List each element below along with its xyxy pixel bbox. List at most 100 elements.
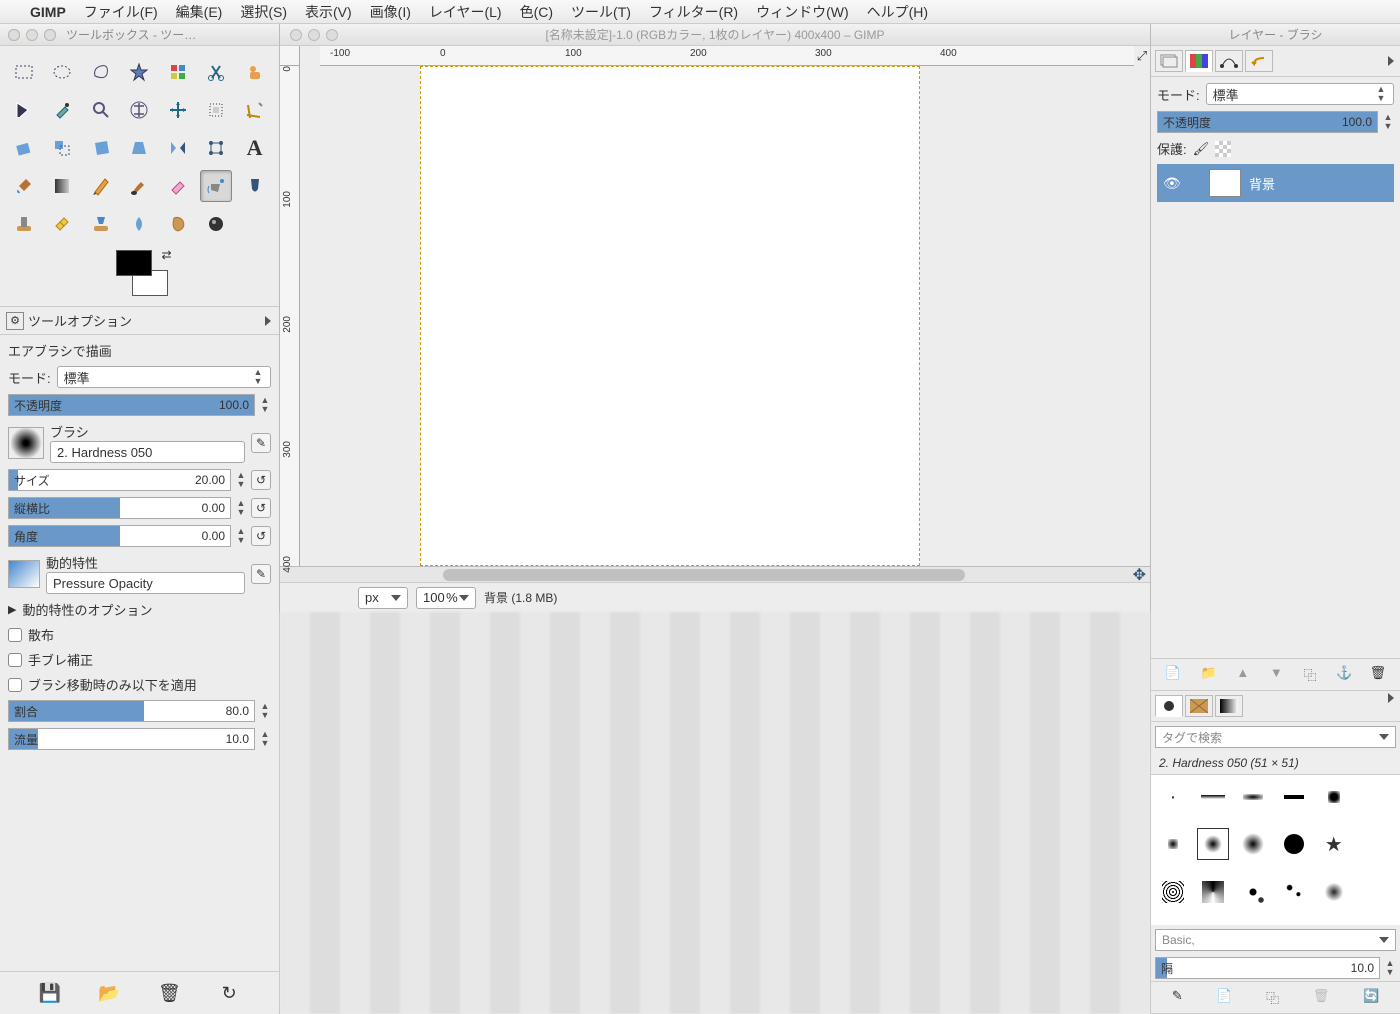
dynamics-edit-button[interactable]: ✎ bbox=[251, 564, 271, 584]
scatter-checkbox[interactable] bbox=[8, 628, 22, 642]
angle-reset-button[interactable]: ↺ bbox=[251, 526, 271, 546]
ruler-horizontal[interactable]: -100 0 100 200 300 400 bbox=[320, 46, 1134, 66]
flow-slider[interactable]: 流量10.0 bbox=[8, 728, 255, 750]
heal-tool[interactable] bbox=[46, 208, 78, 240]
delete-options-icon[interactable]: 🗑 bbox=[158, 982, 180, 1004]
flip-tool[interactable] bbox=[162, 132, 194, 164]
blend-tool[interactable] bbox=[46, 170, 78, 202]
pencil-tool[interactable] bbox=[85, 170, 117, 202]
brush-item[interactable] bbox=[1318, 781, 1350, 813]
ruler-corner[interactable] bbox=[280, 46, 300, 66]
brush-search[interactable]: タグで検索 bbox=[1155, 726, 1396, 748]
size-reset-button[interactable]: ↺ bbox=[251, 470, 271, 490]
menu-tools[interactable]: ツール(T) bbox=[571, 2, 631, 22]
paths-tab[interactable] bbox=[1215, 50, 1243, 72]
rate-slider[interactable]: 割合80.0 bbox=[8, 700, 255, 722]
restore-options-icon[interactable]: 📂 bbox=[99, 982, 121, 1004]
layer-mode-select[interactable]: 標準▲▼ bbox=[1206, 83, 1394, 105]
scale-tool[interactable] bbox=[46, 132, 78, 164]
layer-up-icon[interactable]: ▲ bbox=[1236, 665, 1250, 679]
brush-item[interactable] bbox=[1197, 781, 1229, 813]
zoom-button-rd[interactable] bbox=[44, 29, 56, 41]
menu-help[interactable]: ヘルプ(H) bbox=[867, 2, 928, 22]
brush-item[interactable] bbox=[1278, 876, 1310, 908]
duplicate-layer-icon[interactable]: ⿻ bbox=[1303, 665, 1316, 684]
aspect-spinner[interactable]: ▲▼ bbox=[235, 499, 247, 517]
delete-brush-icon[interactable]: 🗑 bbox=[1313, 988, 1330, 1007]
aspect-reset-button[interactable]: ↺ bbox=[251, 498, 271, 518]
brush-item[interactable] bbox=[1358, 828, 1390, 860]
layer-opacity-slider[interactable]: 不透明度100.0 bbox=[1157, 111, 1378, 133]
menu-layer[interactable]: レイヤー(L) bbox=[429, 2, 502, 22]
layer-visibility-icon[interactable]: 👁 bbox=[1163, 175, 1179, 192]
tab-menu-icon[interactable] bbox=[265, 316, 271, 326]
brush-item[interactable] bbox=[1278, 781, 1310, 813]
new-layer-icon[interactable]: 📄 bbox=[1165, 665, 1181, 684]
brush-item[interactable] bbox=[1157, 828, 1189, 860]
layer-row[interactable]: 👁 背景 bbox=[1157, 164, 1394, 202]
undo-tab[interactable] bbox=[1245, 50, 1273, 72]
brush-preview[interactable] bbox=[8, 427, 44, 459]
brush-item[interactable] bbox=[1278, 828, 1310, 860]
brushes-tab[interactable] bbox=[1155, 695, 1183, 717]
apply-on-move-checkbox[interactable] bbox=[8, 678, 22, 692]
blur-tool[interactable] bbox=[123, 208, 155, 240]
brush-item[interactable] bbox=[1157, 876, 1189, 908]
menu-view[interactable]: 表示(V) bbox=[305, 2, 352, 22]
size-spinner[interactable]: ▲▼ bbox=[235, 471, 247, 489]
layer-down-icon[interactable]: ▼ bbox=[1270, 665, 1284, 679]
paintbrush-tool[interactable] bbox=[123, 170, 155, 202]
layer-opacity-spinner[interactable]: ▲▼ bbox=[1382, 113, 1394, 131]
fuzzy-select-tool[interactable] bbox=[123, 56, 155, 88]
brush-edit-button[interactable]: ✎ bbox=[251, 433, 271, 453]
measure-tool[interactable] bbox=[123, 94, 155, 126]
foreground-select-tool[interactable] bbox=[239, 56, 271, 88]
menu-windows[interactable]: ウィンドウ(W) bbox=[756, 2, 849, 22]
menu-edit[interactable]: 編集(E) bbox=[176, 2, 223, 22]
flow-spinner[interactable]: ▲▼ bbox=[259, 730, 271, 748]
swap-colors-icon[interactable]: ⇄ bbox=[161, 248, 171, 262]
new-brush-icon[interactable]: 📄 bbox=[1216, 988, 1232, 1007]
brush-item[interactable] bbox=[1237, 876, 1269, 908]
rate-spinner[interactable]: ▲▼ bbox=[259, 702, 271, 720]
scissors-tool[interactable] bbox=[200, 56, 232, 88]
gradients-tab[interactable] bbox=[1215, 695, 1243, 717]
fg-color[interactable] bbox=[116, 250, 152, 276]
menu-color[interactable]: 色(C) bbox=[520, 2, 553, 22]
menu-file[interactable]: ファイル(F) bbox=[84, 2, 158, 22]
brush-menu-icon[interactable] bbox=[1388, 693, 1394, 703]
brush-item[interactable] bbox=[1197, 876, 1229, 908]
edit-brush-icon[interactable]: ✎ bbox=[1172, 988, 1183, 1007]
reset-options-icon[interactable]: ↻ bbox=[218, 982, 240, 1004]
cage-tool[interactable] bbox=[200, 132, 232, 164]
minimize-button-inactive[interactable] bbox=[308, 29, 320, 41]
save-options-icon[interactable]: 💾 bbox=[39, 982, 61, 1004]
perspective-clone-tool[interactable] bbox=[85, 208, 117, 240]
nav-icon[interactable]: ⤢ bbox=[1134, 46, 1150, 66]
opacity-slider[interactable]: 不透明度100.0 bbox=[8, 394, 255, 416]
app-name[interactable]: GIMP bbox=[30, 4, 66, 20]
spacing-spinner[interactable]: ▲▼ bbox=[1384, 959, 1396, 977]
zoom-tool[interactable] bbox=[85, 94, 117, 126]
anchor-layer-icon[interactable]: ⚓ bbox=[1336, 665, 1350, 679]
lock-alpha-icon[interactable] bbox=[1215, 141, 1231, 157]
bucket-fill-tool[interactable] bbox=[8, 170, 40, 202]
brush-item-selected[interactable] bbox=[1197, 828, 1229, 860]
ink-tool[interactable] bbox=[239, 170, 271, 202]
size-slider[interactable]: サイズ20.00 bbox=[8, 469, 231, 491]
layer-thumbnail[interactable] bbox=[1209, 169, 1241, 197]
brush-item[interactable] bbox=[1358, 781, 1390, 813]
layer-group-icon[interactable]: 📁 bbox=[1201, 665, 1217, 684]
angle-slider[interactable]: 角度0.00 bbox=[8, 525, 231, 547]
color-picker-tool[interactable] bbox=[46, 94, 78, 126]
refresh-brushes-icon[interactable]: 🔄 bbox=[1363, 988, 1379, 1007]
brush-item[interactable] bbox=[1318, 876, 1350, 908]
layers-tab[interactable] bbox=[1155, 50, 1183, 72]
color-select-tool[interactable] bbox=[162, 56, 194, 88]
angle-spinner[interactable]: ▲▼ bbox=[235, 527, 247, 545]
horizontal-scrollbar[interactable]: ✥ bbox=[280, 566, 1150, 582]
airbrush-tool[interactable] bbox=[200, 170, 232, 202]
clone-tool[interactable] bbox=[8, 208, 40, 240]
menu-filters[interactable]: フィルター(R) bbox=[649, 2, 738, 22]
paths-tool[interactable] bbox=[8, 94, 40, 126]
